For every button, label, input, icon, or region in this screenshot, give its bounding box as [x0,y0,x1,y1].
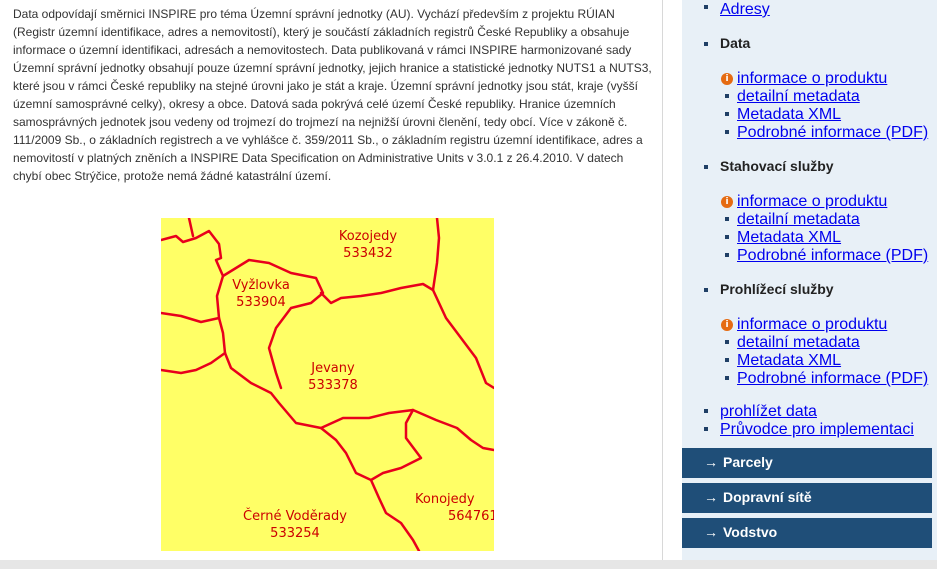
data-pdf-link[interactable]: Podrobné informace (PDF) [737,124,928,142]
nav-button-vodstvo[interactable]: → Vodstvo [682,518,932,548]
bullet [704,165,708,169]
bullet [704,409,708,413]
bullet [725,235,729,239]
map-label-kozojedy-name: Kozojedy [339,229,397,244]
bullet [725,376,729,380]
bullet [725,217,729,221]
bullet [704,42,708,46]
map-label-konojedy-code: 564761 [448,509,494,524]
data-metadata-link[interactable]: detailní metadata [737,88,860,106]
view-pdf-link[interactable]: Podrobné informace (PDF) [737,370,928,388]
bullet [725,253,729,257]
download-pdf-link[interactable]: Podrobné informace (PDF) [737,247,928,265]
map-label-vyzlovka-code: 533904 [236,295,286,310]
download-info-link[interactable]: informace o produktu [737,193,887,211]
bullet [704,5,708,9]
section-title-download-services: Stahovací služby [720,158,834,174]
nav-button-label: Dopravní sítě [723,489,812,505]
download-metadata-xml-link[interactable]: Metadata XML [737,229,841,247]
bullet [704,288,708,292]
sidebar-link-adresy[interactable]: Adresy [720,1,770,19]
view-info-link[interactable]: informace o produktu [737,316,887,334]
info-icon: i [721,196,733,208]
map-boundaries: Kozojedy 533432 Vyžlovka 533904 Jevany 5… [161,218,494,551]
nav-button-label: Parcely [723,454,773,470]
map-label-vyzlovka-name: Vyžlovka [232,278,290,293]
section-title-data: Data [720,35,751,51]
bullet [704,427,708,431]
implementation-guide-link[interactable]: Průvodce pro implementaci [720,421,914,439]
map-preview: Kozojedy 533432 Vyžlovka 533904 Jevany 5… [161,218,494,551]
bullet [725,340,729,344]
browse-data-link[interactable]: prohlížet data [720,403,817,421]
bullet [725,358,729,362]
bullet [725,94,729,98]
data-info-link[interactable]: informace o produktu [737,70,887,88]
horizontal-scrollbar[interactable] [0,560,937,569]
bullet [725,130,729,134]
map-label-jevany-name: Jevany [310,361,355,376]
view-metadata-xml-link[interactable]: Metadata XML [737,352,841,370]
bullet [725,112,729,116]
arrow-right-icon: → [704,524,718,540]
map-label-kozojedy-code: 533432 [343,246,393,261]
view-metadata-link[interactable]: detailní metadata [737,334,860,352]
dataset-description: Data odpovídají směrnici INSPIRE pro tém… [13,7,652,183]
data-metadata-xml-link[interactable]: Metadata XML [737,106,841,124]
map-label-cerne-voderady-name: Černé Voděrady [243,508,347,524]
column-divider [662,0,663,560]
download-metadata-link[interactable]: detailní metadata [737,211,860,229]
arrow-right-icon: → [704,489,718,505]
section-title-view-services: Prohlížecí služby [720,281,834,297]
info-icon: i [721,73,733,85]
arrow-right-icon: → [704,454,718,470]
nav-button-parcely[interactable]: → Parcely [682,448,932,478]
map-label-cerne-voderady-code: 533254 [270,526,320,541]
info-icon: i [721,319,733,331]
map-label-jevany-code: 533378 [308,378,358,393]
main-content: Data odpovídají směrnici INSPIRE pro tém… [0,0,662,560]
map-labels: Kozojedy 533432 Vyžlovka 533904 Jevany 5… [232,229,494,541]
nav-button-label: Vodstvo [723,524,778,540]
map-label-konojedy-name: Konojedy [415,492,475,507]
nav-button-dopravni-site[interactable]: → Dopravní sítě [682,483,932,513]
